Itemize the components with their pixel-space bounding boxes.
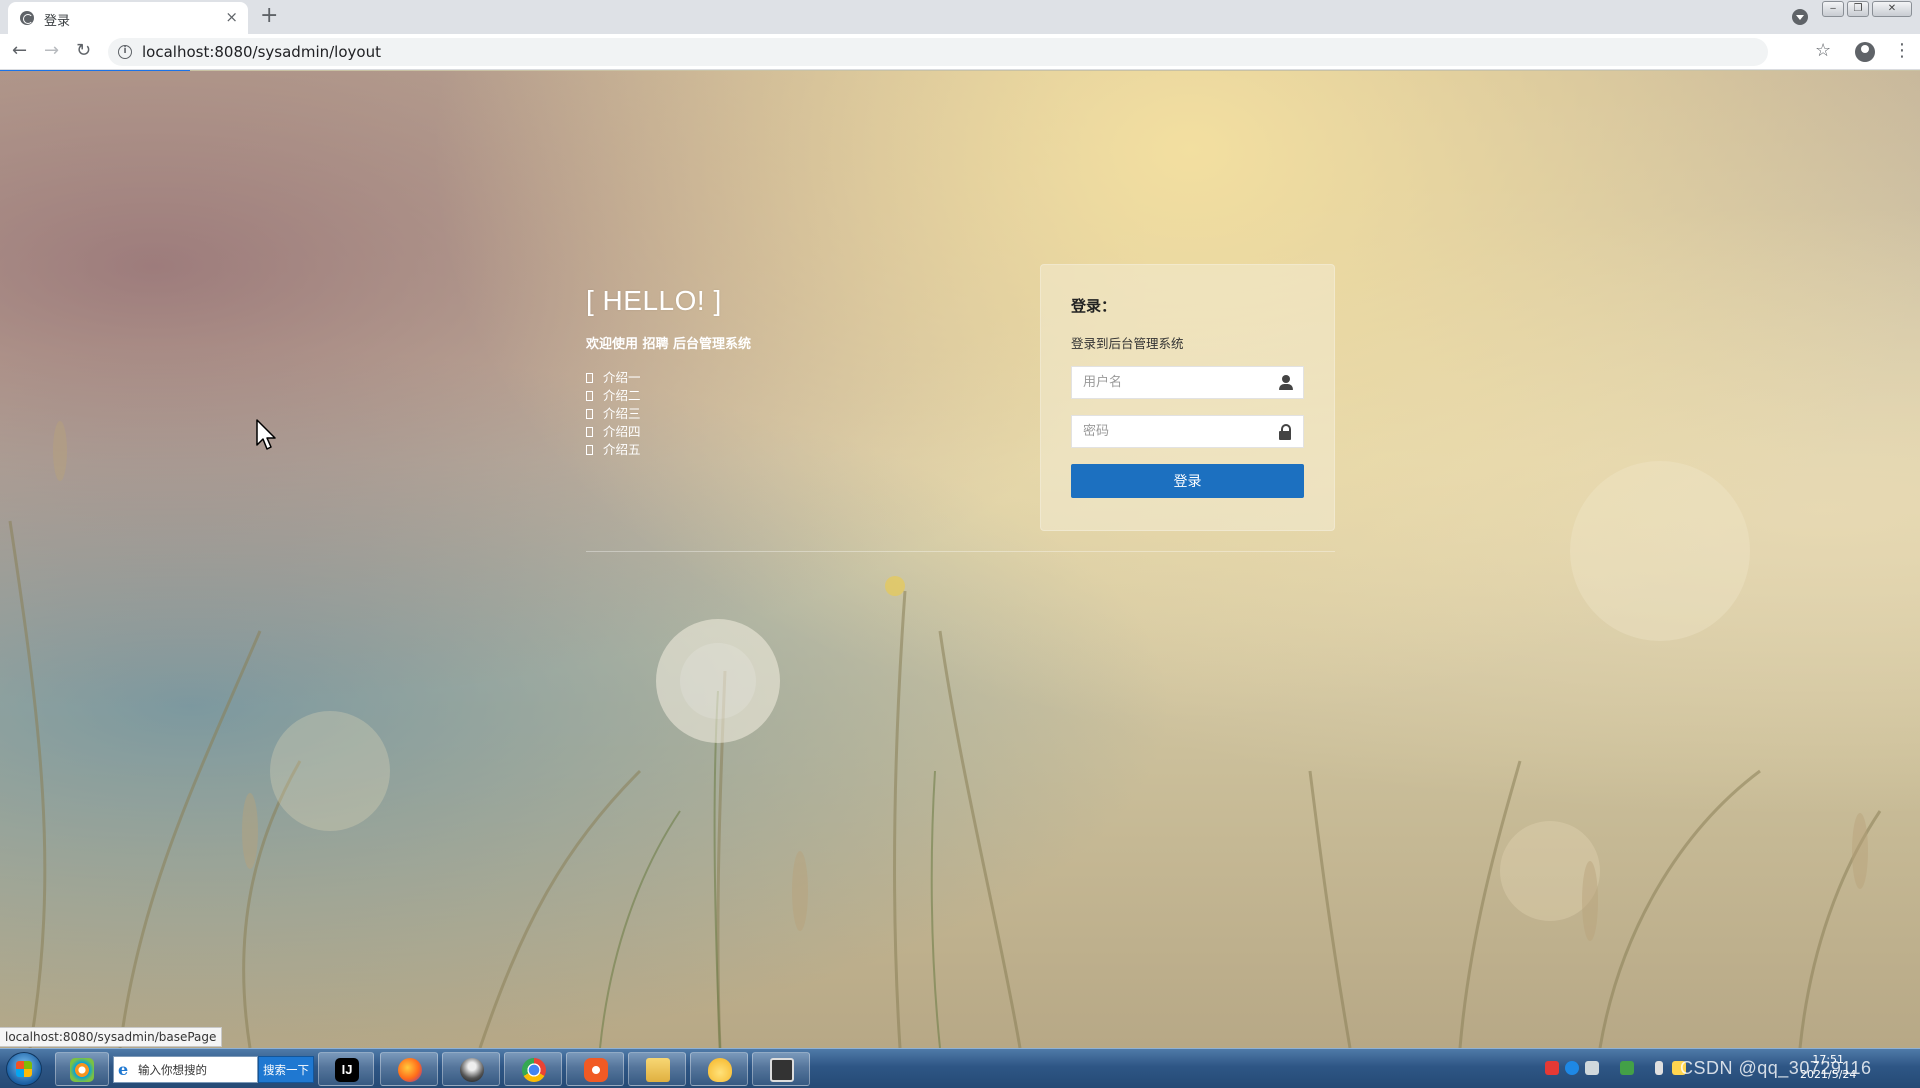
- browser-tab[interactable]: 登录 ×: [8, 2, 248, 34]
- clock[interactable]: 17:51 2021/5/24: [1800, 1052, 1856, 1082]
- forward-icon[interactable]: →: [44, 40, 59, 62]
- browser-toolbar: ← → ↻ i localhost:8080/sysadmin/loyout ☆…: [0, 34, 1920, 70]
- new-tab-button[interactable]: +: [260, 5, 278, 27]
- welcome-text: 欢迎使用 招聘 后台管理系统: [586, 337, 752, 352]
- address-bar[interactable]: i localhost:8080/sysadmin/loyout: [108, 38, 1768, 66]
- status-url-bubble: localhost:8080/sysadmin/basePage: [0, 1027, 223, 1047]
- bullet-icon: [586, 409, 593, 419]
- flower-icon[interactable]: [55, 1052, 109, 1086]
- taskbar: e 输入你想搜的 搜索一下 IJ CSDN @qq_30729116 17:51…: [0, 1048, 1920, 1088]
- firefox-icon[interactable]: [380, 1052, 438, 1086]
- tab-close-icon[interactable]: ×: [225, 8, 238, 26]
- user-icon: [1279, 375, 1293, 391]
- bullet-icon: [586, 427, 593, 437]
- back-icon[interactable]: ←: [12, 40, 27, 62]
- search-input[interactable]: 输入你想搜的: [138, 1062, 207, 1078]
- inkscape-icon[interactable]: [442, 1052, 500, 1086]
- ie-icon: e: [118, 1060, 129, 1079]
- hello-heading: [ HELLO! ]: [586, 285, 722, 316]
- terminal-icon[interactable]: [752, 1052, 810, 1086]
- intro-item: 介绍五: [586, 441, 641, 459]
- divider: [586, 551, 1335, 552]
- show-hidden-icon[interactable]: [1655, 1061, 1663, 1075]
- profile-icon[interactable]: [1855, 42, 1875, 62]
- chrome-icon[interactable]: [504, 1052, 562, 1086]
- close-window-button[interactable]: ✕: [1872, 1, 1912, 17]
- bullet-icon: [586, 373, 593, 383]
- intellij-icon[interactable]: IJ: [318, 1052, 374, 1086]
- tab-strip: 登录 × + ‒ ❐ ✕: [0, 0, 1920, 34]
- folder-icon[interactable]: [690, 1052, 748, 1086]
- bullet-icon: [586, 391, 593, 401]
- clock-time: 17:51: [1812, 1053, 1845, 1066]
- username-input[interactable]: [1072, 367, 1267, 398]
- search-go-button[interactable]: 搜索一下: [258, 1056, 314, 1083]
- password-field[interactable]: [1071, 415, 1304, 448]
- start-button[interactable]: [6, 1052, 42, 1086]
- password-input[interactable]: [1072, 416, 1267, 447]
- intro-item: 介绍三: [586, 405, 641, 423]
- login-button[interactable]: 登录: [1071, 464, 1304, 498]
- help-icon[interactable]: [1565, 1061, 1579, 1075]
- reload-icon[interactable]: ↻: [76, 40, 91, 62]
- intro-item: 介绍二: [586, 387, 641, 405]
- username-field[interactable]: [1071, 366, 1304, 399]
- file-explorer-icon[interactable]: [628, 1052, 686, 1086]
- input-method-icon[interactable]: [1545, 1061, 1559, 1075]
- login-title: 登录：: [1071, 297, 1117, 315]
- intro-item: 介绍一: [586, 369, 641, 387]
- lock-icon: [1278, 424, 1292, 440]
- background-image: [8, 421, 1882, 1048]
- globe-icon: [20, 11, 34, 25]
- intro-item: 介绍四: [586, 423, 641, 441]
- login-page: [ HELLO! ] 欢迎使用 招聘 后台管理系统 介绍一 介绍二 介绍三 介绍…: [0, 71, 1920, 1048]
- settings-app-icon[interactable]: [566, 1052, 624, 1086]
- mouse-cursor-icon: [256, 419, 276, 450]
- login-subtitle: 登录到后台管理系统: [1071, 336, 1184, 351]
- address-url[interactable]: localhost:8080/sysadmin/loyout: [142, 43, 381, 61]
- search-box[interactable]: e 输入你想搜的: [113, 1056, 258, 1083]
- minimize-button[interactable]: ‒: [1822, 1, 1844, 17]
- bookmark-star-icon[interactable]: ☆: [1815, 40, 1831, 61]
- login-form: 登录： 登录到后台管理系统 登录: [1040, 264, 1335, 531]
- tab-title: 登录: [44, 14, 71, 29]
- restore-button[interactable]: ❐: [1847, 1, 1869, 17]
- info-icon[interactable]: i: [118, 45, 132, 59]
- intro-list: 介绍一 介绍二 介绍三 介绍四 介绍五: [586, 369, 641, 459]
- tab-search-icon[interactable]: [1792, 9, 1808, 25]
- bullet-icon: [586, 445, 593, 455]
- clock-date: 2021/5/24: [1800, 1068, 1857, 1081]
- battery-icon[interactable]: [1620, 1061, 1634, 1075]
- more-menu-icon[interactable]: ⋮: [1893, 40, 1911, 62]
- keyboard-icon[interactable]: [1585, 1061, 1599, 1075]
